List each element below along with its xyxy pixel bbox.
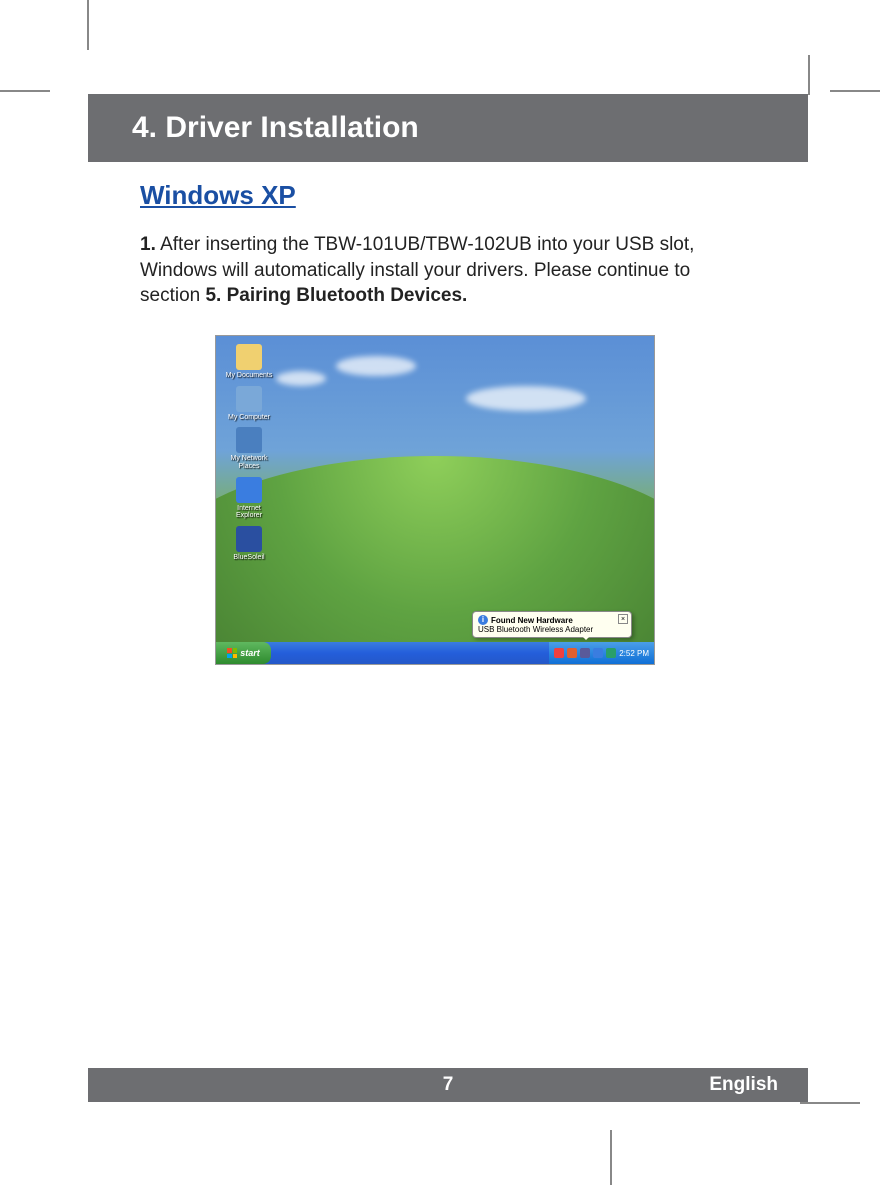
cloud-graphic	[336, 356, 416, 376]
tray-icon[interactable]	[567, 648, 577, 658]
crop-mark	[830, 90, 880, 92]
crop-mark	[610, 1130, 612, 1185]
step-1: 1. After inserting the TBW-101UB/TBW-102…	[140, 232, 710, 309]
tray-icon[interactable]	[593, 648, 603, 658]
footer: 7 English	[88, 1068, 808, 1102]
tray-icon[interactable]	[580, 648, 590, 658]
desktop-icon[interactable]: Internet Explorer	[224, 477, 274, 520]
tray-clock: 2:52 PM	[619, 649, 649, 658]
crop-mark	[87, 0, 89, 50]
page-number: 7	[443, 1074, 454, 1096]
desktop-icon-label: My Network Places	[224, 455, 274, 470]
windows-logo-icon	[227, 648, 237, 658]
language-label: English	[709, 1074, 778, 1096]
desktop-icon[interactable]: My Network Places	[224, 427, 274, 470]
desktop-icon-glyph	[236, 386, 262, 412]
balloon-body: USB Bluetooth Wireless Adapter	[478, 625, 626, 634]
crop-mark	[800, 1102, 860, 1104]
desktop-icon-label: Internet Explorer	[224, 505, 274, 520]
start-label: start	[240, 648, 260, 658]
tray-icon[interactable]	[606, 648, 616, 658]
cloud-graphic	[466, 386, 586, 411]
desktop-icon-glyph	[236, 477, 262, 503]
taskbar: start 2:52 PM	[216, 642, 654, 664]
crop-mark	[0, 90, 50, 92]
system-tray: 2:52 PM	[549, 642, 654, 664]
balloon-title: i Found New Hardware	[478, 615, 626, 625]
desktop-icon-glyph	[236, 526, 262, 552]
subheading-windows-xp: Windows XP	[140, 180, 296, 211]
desktop-icons: My Documents My Computer My Network Places…	[224, 344, 274, 562]
desktop-icon-label: My Computer	[228, 414, 270, 422]
step-text-bold: 5. Pairing Bluetooth Devices.	[205, 285, 467, 306]
cloud-graphic	[276, 371, 326, 386]
balloon-title-text: Found New Hardware	[491, 616, 573, 625]
balloon-close-button[interactable]: ×	[618, 614, 628, 624]
section-header: 4. Driver Installation	[88, 94, 808, 162]
step-number: 1.	[140, 234, 156, 255]
desktop-icon-glyph	[236, 427, 262, 453]
start-button[interactable]: start	[216, 642, 271, 664]
section-title: 4. Driver Installation	[132, 111, 419, 145]
tray-icon[interactable]	[554, 648, 564, 658]
desktop-icon-label: BlueSoleil	[233, 554, 264, 562]
windows-xp-screenshot: My Documents My Computer My Network Places…	[215, 335, 655, 665]
desktop-icon-glyph	[236, 344, 262, 370]
desktop-icon-label: My Documents	[226, 372, 273, 380]
info-icon: i	[478, 615, 488, 625]
crop-mark	[808, 55, 810, 95]
desktop-icon[interactable]: My Documents	[224, 344, 274, 380]
desktop-icon[interactable]: BlueSoleil	[224, 526, 274, 562]
found-new-hardware-balloon: × i Found New Hardware USB Bluetooth Wir…	[472, 611, 632, 638]
desktop-icon[interactable]: My Computer	[224, 386, 274, 422]
